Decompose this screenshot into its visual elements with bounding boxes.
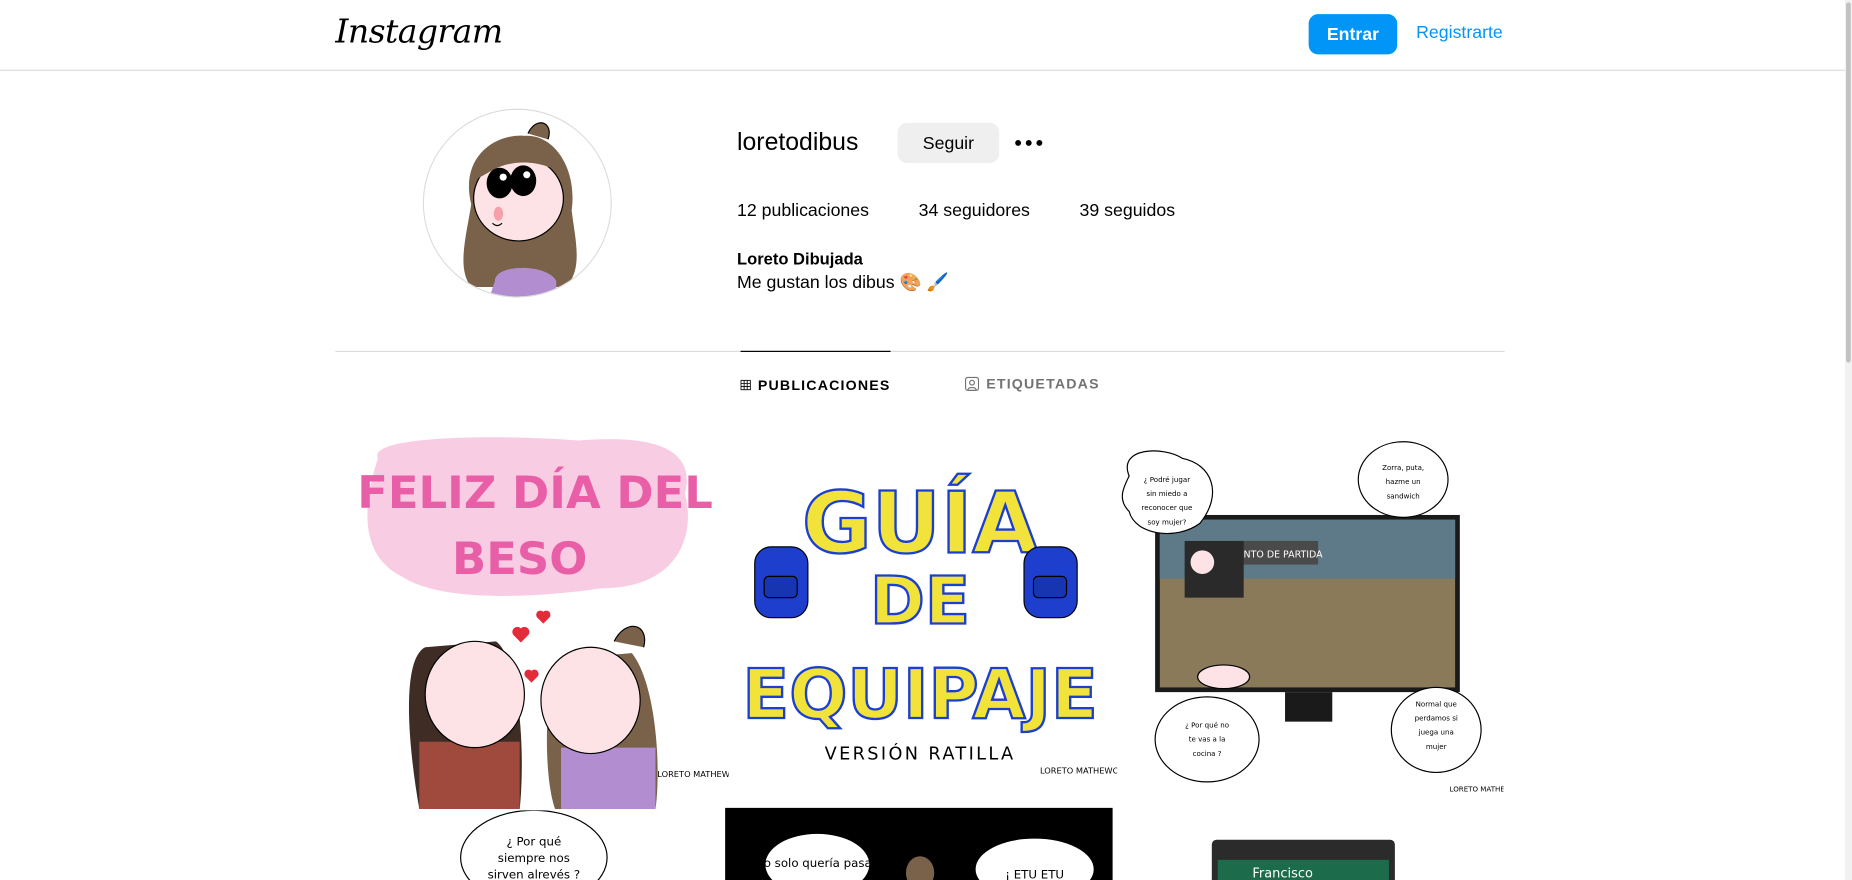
post-3-bubble-1: ¿ Podré jugar <box>1144 475 1190 484</box>
post-2-signature: LORETO MATHEWO <box>1040 766 1117 776</box>
post-thumbnail[interactable]: GUÍA DE EQUIPAJE VERSIÓN RATILLA LORETO … <box>731 422 1118 810</box>
post-1-signature: LORETO MATHEWO <box>657 769 728 779</box>
tab-posts[interactable]: PUBLICACIONES <box>740 350 891 417</box>
post-3-signature: LORETO MATHEWO <box>1450 784 1504 793</box>
top-navigation-bar: Instagram Entrar Registrarte <box>0 0 1852 71</box>
profile-full-name: Loreto Dibujada <box>737 249 863 269</box>
page-scrollbar[interactable] <box>1844 0 1852 880</box>
grid-icon <box>740 379 751 390</box>
backpack-icon <box>1023 546 1078 619</box>
more-options-icon[interactable] <box>1011 125 1046 160</box>
posts-count: 12 publicaciones <box>737 200 869 221</box>
post-6-contact-name: Francisco <box>1252 867 1313 880</box>
post-3-bubble-2: Zorra, puta, <box>1382 463 1424 472</box>
post-thumbnail[interactable]: FELIZ DÍA DEL BESO LORETO MATHEWO <box>342 422 729 810</box>
svg-text:sirven alrevés ?: sirven alrevés ? <box>488 868 581 880</box>
post-3-bubble-4: Normal que <box>1416 699 1457 708</box>
svg-text:siempre nos: siempre nos <box>498 851 570 865</box>
svg-text:te vas a la: te vas a la <box>1189 735 1226 744</box>
svg-text:reconocer que: reconocer que <box>1141 503 1192 512</box>
tabs-divider <box>335 350 1505 352</box>
svg-text:mujer: mujer <box>1426 742 1447 751</box>
signup-link[interactable]: Registrarte <box>1416 22 1503 42</box>
tab-posts-label: PUBLICACIONES <box>757 376 891 393</box>
svg-text:sandwich: sandwich <box>1387 491 1420 500</box>
post-2-title-line-2: DE <box>870 563 970 640</box>
post-2-subtitle: VERSIÓN RATILLA <box>825 742 1016 764</box>
post-2-title-line-1: GUÍA <box>802 473 1038 574</box>
tab-tagged[interactable]: ETIQUETADAS <box>964 351 1100 417</box>
post-5-bubble-2: ¡ ETU ETU <box>1005 868 1064 880</box>
svg-text:hazme un: hazme un <box>1386 477 1421 486</box>
scrollbar-thumb[interactable] <box>1846 2 1851 363</box>
post-thumbnail[interactable]: Francisco <box>1117 810 1504 880</box>
post-thumbnail[interactable]: Yo solo quería pasar ¡ ETU ETU <box>725 807 1113 880</box>
post-1-title-line-2: BESO <box>452 532 587 585</box>
post-3-screen-text: PUNTO DE PARTIDA <box>1231 549 1323 560</box>
followers-count[interactable]: 34 seguidores <box>919 201 1030 221</box>
profile-avatar[interactable] <box>422 108 612 298</box>
following-count[interactable]: 39 seguidos <box>1080 201 1176 221</box>
post-thumbnail[interactable]: ¿ Por qué siempre nos sirven alrevés ? <box>342 810 729 880</box>
tagged-user-icon <box>964 376 980 391</box>
backpack-icon <box>754 546 809 619</box>
follow-button[interactable]: Seguir <box>897 122 1000 163</box>
tab-tagged-label: ETIQUETADAS <box>986 375 1100 393</box>
svg-text:juega una: juega una <box>1418 728 1454 737</box>
post-3-bubble-3: ¿ Por qué no <box>1185 721 1229 730</box>
post-1-title-line-1: FELIZ DÍA DEL <box>357 466 713 519</box>
profile-bio: Me gustan los dibus 🎨 🖌️ <box>737 272 949 293</box>
post-thumbnail[interactable]: PUNTO DE PARTIDA ¿ Podré jugar sin miedo… <box>1117 422 1504 810</box>
profile-stats: 12 publicaciones 34 seguidores 39 seguid… <box>737 201 1225 221</box>
profile-username: loretodibus <box>737 128 859 156</box>
svg-text:sin miedo a: sin miedo a <box>1146 489 1187 498</box>
svg-text:cocina ?: cocina ? <box>1193 749 1222 758</box>
svg-text:soy mujer?: soy mujer? <box>1148 517 1187 526</box>
post-2-title-line-3: EQUIPAJE <box>742 655 1097 735</box>
instagram-logo[interactable]: Instagram <box>335 12 503 51</box>
post-4-bubble: ¿ Por qué <box>506 835 561 849</box>
svg-text:perdamos si: perdamos si <box>1415 713 1458 722</box>
post-5-bubble-1: Yo solo quería pasar <box>757 856 877 870</box>
login-button[interactable]: Entrar <box>1308 14 1398 55</box>
